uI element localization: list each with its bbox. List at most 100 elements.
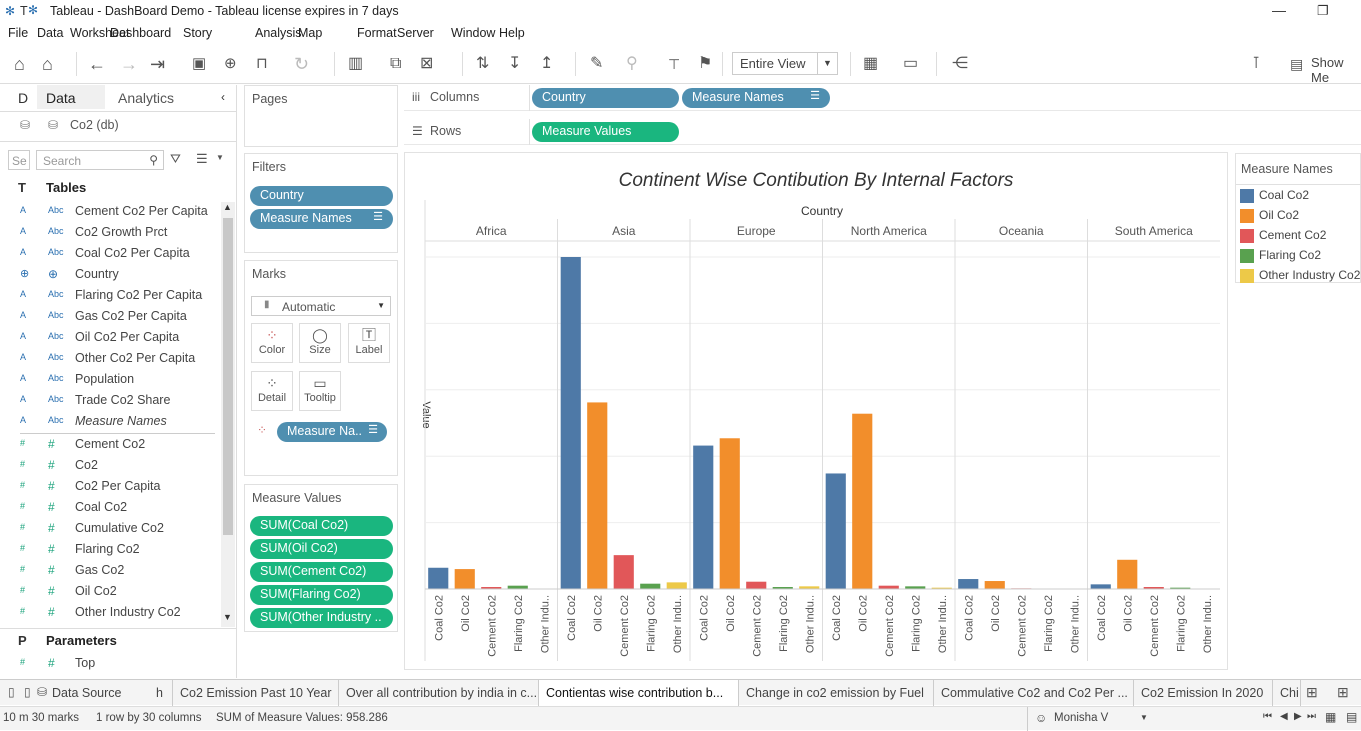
format-painter-icon[interactable]: ⊺ (1252, 54, 1260, 74)
show-me-button[interactable]: Show Me (1311, 55, 1361, 85)
sort-descending-icon[interactable]: ↥ (540, 54, 553, 74)
menu-analysis[interactable]: Analysis (255, 26, 302, 40)
field-item[interactable]: A Abc Gas Co2 Per Capita (0, 307, 220, 328)
field-item[interactable]: A Abc Flaring Co2 Per Capita (0, 286, 220, 307)
legend[interactable]: Measure Names Coal Co2 Oil Co2 Cement Co2 F… (1235, 153, 1361, 283)
pin-icon[interactable]: ⚑ (698, 54, 712, 74)
menu-file[interactable]: File (8, 26, 28, 40)
sheet-tab-active[interactable]: Contientas wise contribution b... (539, 680, 739, 706)
field-item[interactable]: A Abc Population (0, 370, 220, 391)
filters-shelf[interactable]: Filters Country Measure Names ☰ (244, 153, 398, 253)
scroll-down-icon[interactable]: ▼ (223, 612, 232, 622)
measure-item[interactable]: # # Flaring Co2 (0, 540, 220, 561)
bar[interactable] (640, 583, 661, 589)
measure-item[interactable]: # # Cement Co2 (0, 435, 220, 456)
tab-d[interactable]: D (18, 85, 28, 111)
search-input[interactable]: Search ⚲ (36, 150, 164, 170)
bar[interactable] (852, 413, 873, 589)
sheet-tab[interactable]: Co2 Emission In 2020 (1134, 680, 1273, 706)
chevron-down-icon[interactable]: ▼ (216, 153, 224, 162)
measure-value-pill[interactable]: SUM(Cement Co2) (250, 562, 393, 582)
columns-shelf[interactable]: iii Columns Country Measure Names ☰ (404, 85, 1361, 111)
undo-icon[interactable]: ← (88, 54, 106, 74)
pages-shelf[interactable]: Pages (244, 85, 398, 147)
menu-server[interactable]: Server (397, 26, 434, 40)
column-pill-measure-names[interactable]: Measure Names ☰ (682, 88, 830, 108)
marks-pill-measure-names[interactable]: Measure Na.. ☰ (277, 422, 387, 442)
pause-updates-icon[interactable]: ⊓ (256, 54, 268, 74)
sheet-tab-partial[interactable]: h (149, 680, 173, 706)
presentation-mode-icon[interactable]: ▭ (903, 54, 918, 74)
bar[interactable] (984, 581, 1005, 589)
field-item[interactable]: A Abc Cement Co2 Per Capita (0, 202, 220, 223)
bar[interactable] (1117, 559, 1138, 589)
row-pill-measure-values[interactable]: Measure Values (532, 122, 679, 142)
share-icon[interactable]: ⋲ (952, 54, 968, 74)
field-item[interactable]: A Abc Measure Names (0, 412, 220, 433)
data-source-icon[interactable]: ▯ (8, 685, 15, 699)
data-source-tab[interactable]: Data Source (52, 686, 121, 700)
field-item[interactable]: A Abc Trade Co2 Share (0, 391, 220, 412)
chevron-down-icon[interactable]: ▼ (1140, 713, 1148, 722)
clear-sheet-icon[interactable]: ⊠ (420, 54, 433, 74)
measure-item[interactable]: # # Co2 (0, 456, 220, 477)
field-item[interactable]: A Abc Oil Co2 Per Capita (0, 328, 220, 349)
field-item[interactable]: A Abc Coal Co2 Per Capita (0, 244, 220, 265)
home-icon[interactable]: ⌂ (14, 54, 25, 74)
menu-help[interactable]: Help (499, 26, 525, 40)
duplicate-icon[interactable]: ⧉ (390, 54, 401, 74)
bar[interactable] (666, 582, 687, 589)
sheet-tab[interactable]: Commulative Co2 and Co2 Per ... (934, 680, 1134, 706)
sort-ascending-icon[interactable]: ↧ (508, 54, 521, 74)
bar[interactable] (560, 257, 581, 589)
measure-value-pill[interactable]: SUM(Flaring Co2) (250, 585, 393, 605)
grid-view-icon[interactable]: ▦ (1325, 710, 1336, 724)
field-item[interactable]: A Abc Co2 Growth Prct (0, 223, 220, 244)
label-button[interactable]: 🅃 Label (348, 323, 390, 363)
labels-icon[interactable]: ⊤ (668, 54, 680, 74)
measure-item[interactable]: # # Gas Co2 (0, 561, 220, 582)
new-dashboard-icon[interactable]: ⊞ (1337, 684, 1349, 701)
menu-map[interactable]: Map (298, 26, 322, 40)
bar[interactable] (958, 579, 979, 589)
filter-pill-country[interactable]: Country (250, 186, 393, 206)
sheet-tab[interactable]: Over all contribution by india in c... (339, 680, 539, 706)
measure-value-pill[interactable]: SUM(Coal Co2) (250, 516, 393, 536)
redo-icon[interactable]: → (120, 54, 138, 74)
measure-item[interactable]: # # Cumulative Co2 (0, 519, 220, 540)
bar-chart[interactable]: Continent Wise Contibution By Internal F… (405, 153, 1227, 669)
filter-pill-measure-names[interactable]: Measure Names ☰ (250, 209, 393, 229)
bar[interactable] (454, 569, 475, 589)
next-sheet-icon[interactable]: ▶ (1294, 711, 1302, 722)
new-datasource-icon[interactable]: ⊕ (224, 54, 237, 74)
new-worksheet-icon[interactable]: ⊞ (1306, 684, 1318, 701)
bar[interactable] (693, 445, 714, 589)
save-icon[interactable]: ▣ (192, 54, 206, 74)
measure-item[interactable]: # # Oil Co2 (0, 582, 220, 603)
last-sheet-icon[interactable]: ⏭ (1307, 711, 1316, 722)
replay-icon[interactable]: ⇥ (150, 54, 165, 74)
view-size-select[interactable]: Entire View ▼ (732, 52, 838, 75)
rows-shelf[interactable]: ☰ Rows Measure Values (404, 119, 1361, 145)
color-button[interactable]: ⁘ Color (251, 323, 293, 363)
bar[interactable] (587, 402, 608, 589)
bar[interactable] (1090, 584, 1111, 589)
tab-data[interactable]: Data (46, 85, 76, 111)
scroll-up-icon[interactable]: ▲ (223, 202, 232, 212)
start-page-icon[interactable]: ⌂ (42, 54, 53, 74)
sheet-tab[interactable]: Chi (1273, 680, 1301, 706)
user-name[interactable]: Monisha V (1054, 712, 1108, 724)
measure-item[interactable]: # # Coal Co2 (0, 498, 220, 519)
scrollbar[interactable]: ▲ ▼ (221, 202, 235, 627)
field-item[interactable]: ⊕ ⊕ Country (0, 265, 220, 286)
bar[interactable] (825, 473, 846, 589)
new-worksheet-icon[interactable]: ▥ (348, 54, 363, 74)
column-pill-country[interactable]: Country (532, 88, 679, 108)
size-button[interactable]: ◯ Size (299, 323, 341, 363)
menu-data[interactable]: Data (37, 26, 63, 40)
bar[interactable] (428, 567, 449, 589)
sheet-tab[interactable]: Change in co2 emission by Fuel (739, 680, 934, 706)
show-me-icon[interactable]: ▤ (1290, 54, 1303, 74)
scrollbar-thumb[interactable] (223, 218, 233, 535)
menu-dashboard[interactable]: Dashboard (110, 26, 171, 40)
